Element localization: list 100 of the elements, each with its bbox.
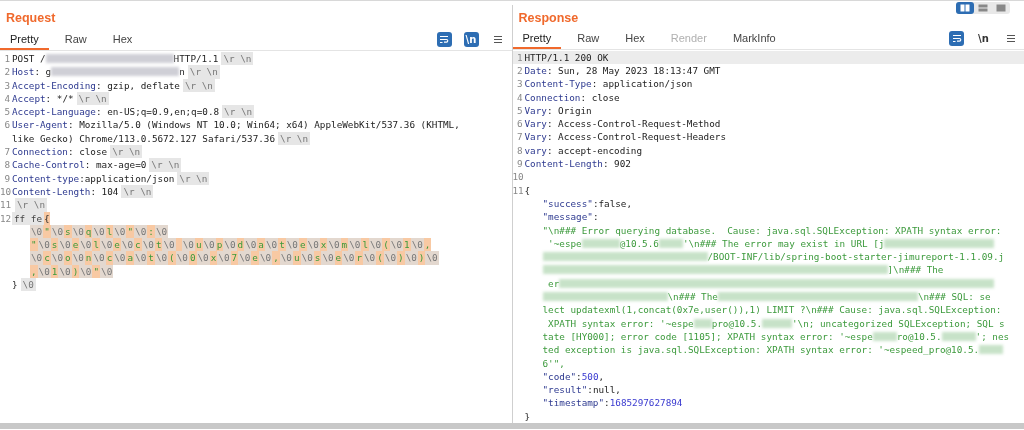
header-name: Connection [12,145,68,159]
header-name: Date [524,64,547,78]
newline-toggle[interactable]: \n [976,30,991,46]
code-text: : 104 [90,184,119,199]
line-number: 5 [515,103,524,118]
header-name: Accept-Language [12,105,96,119]
wrap-lines-icon[interactable] [436,32,452,47]
highlighted-char: m [340,238,349,252]
blurred-text [872,331,897,341]
line-number: 6 [515,117,524,131]
blurred-text [658,238,683,248]
highlighted-char: e [71,238,80,252]
view-tab[interactable]: Hex [615,28,655,49]
null-byte-marker: \0 [113,251,127,265]
null-byte-marker: \0 [154,224,169,239]
null-byte-marker: \0 [321,251,335,265]
line-number: 4 [515,90,524,104]
header-name: "success" [542,196,593,211]
header-name: "code" [542,369,577,384]
highlighted-char: t [278,238,286,252]
highlighted-char: ) [417,251,426,265]
code-text: like Gecko) Chrome/113.0.5672.127 Safari/537.36 [12,131,276,146]
highlighted-char: l [105,224,114,239]
null-byte-marker: \0 [58,238,72,252]
null-byte-marker: \0 [327,238,341,252]
highlighted-char: a [126,251,135,265]
highlighted-char: , [30,264,38,279]
header-name: Vary [524,103,547,118]
code-text: : 902 [602,157,631,171]
highlighted-char: " [92,264,101,279]
null-byte-marker: \0 [162,238,176,252]
header-name: Content-Length [12,184,91,199]
blurred-text [979,345,1004,355]
newline-toggle[interactable]: \n [463,32,479,47]
highlighted-char: 7 [230,251,239,265]
highlighted-char: c [43,251,51,265]
json-string: /BOOT-INF/lib/spring-boot-starter-jimureport-1.1.09.j [707,250,1005,264]
line-number: 4 [3,91,11,106]
highlighted-char: l [92,238,101,252]
line-number: 9 [515,157,524,171]
line-number: 6 [3,118,11,132]
line-number: 2 [515,64,524,78]
code-text: : close [580,90,620,104]
null-byte-marker: \0 [50,224,64,239]
json-string: @10.5.6 [619,236,659,251]
highlighted-char: , [423,238,432,252]
code-text: n [179,65,185,79]
view-tab[interactable]: Hex [102,30,143,50]
highlighted-char: u [194,238,203,252]
highlighted-char: x [209,251,218,265]
highlighted-char: ( [376,251,384,265]
highlighted-char: ( [168,251,176,265]
null-byte-marker: \0 [217,251,231,265]
null-byte-marker: \0 [223,238,237,252]
json-string: ro@10.5. [896,329,942,344]
header-name: Content-Type [524,77,592,91]
highlighted-char: d [236,238,245,252]
highlighted-char: c [105,251,114,265]
json-number: 500 [581,369,599,384]
view-tab[interactable]: Raw [567,28,610,49]
code-text: : en-US;q=0.9,en;q=0.8 [95,105,220,119]
view-tab[interactable]: Pretty [0,30,49,50]
panel-title: Response [518,11,579,25]
highlighted-char: a [257,238,265,252]
code-text: POST / [12,52,46,66]
layout-toggle[interactable] [956,2,974,14]
highlighted-char: ( [382,238,390,252]
highlighted-char: e [334,251,343,265]
line-number: 9 [3,171,11,185]
json-string: \n### The [667,290,718,304]
highlighted-char: c [134,238,142,252]
null-byte-marker: \0 [134,251,148,265]
code-text: HTTP/1.1 [173,52,219,66]
code-text: : gzip, deflate [95,78,180,92]
line-number: 3 [3,78,11,92]
line-number: 1 [3,52,11,66]
highlighted-char: , [272,251,280,265]
header-name: vary [524,143,547,158]
code-text: :false, [592,196,633,211]
highlighted-char: " [43,224,51,239]
line-number: 7 [3,145,11,159]
highlighted-char: " [30,238,38,252]
view-tab[interactable]: Raw [54,30,97,50]
line-number: 3 [515,77,524,91]
highlighted-char: n [84,251,93,265]
null-byte-marker: \0 [92,224,106,239]
code-text: : Access-Control-Request-Headers [546,130,726,144]
view-tab[interactable]: Pretty [512,28,562,49]
line-number: 8 [3,158,11,172]
blurred-text [941,331,976,341]
blurred-text [581,238,620,248]
null-byte-marker: \0 [425,251,439,265]
json-string: '\n; uncategorized SQLException; SQL s [792,316,1005,330]
view-tab[interactable]: MarkInfo [722,28,786,49]
wrap-lines-icon[interactable] [949,30,964,46]
null-byte-marker: \0 [244,238,258,252]
highlighted-char: t [147,251,155,265]
code-text: : [604,396,610,410]
highlighted-char: r [355,251,363,265]
header-name: "message" [542,210,593,224]
